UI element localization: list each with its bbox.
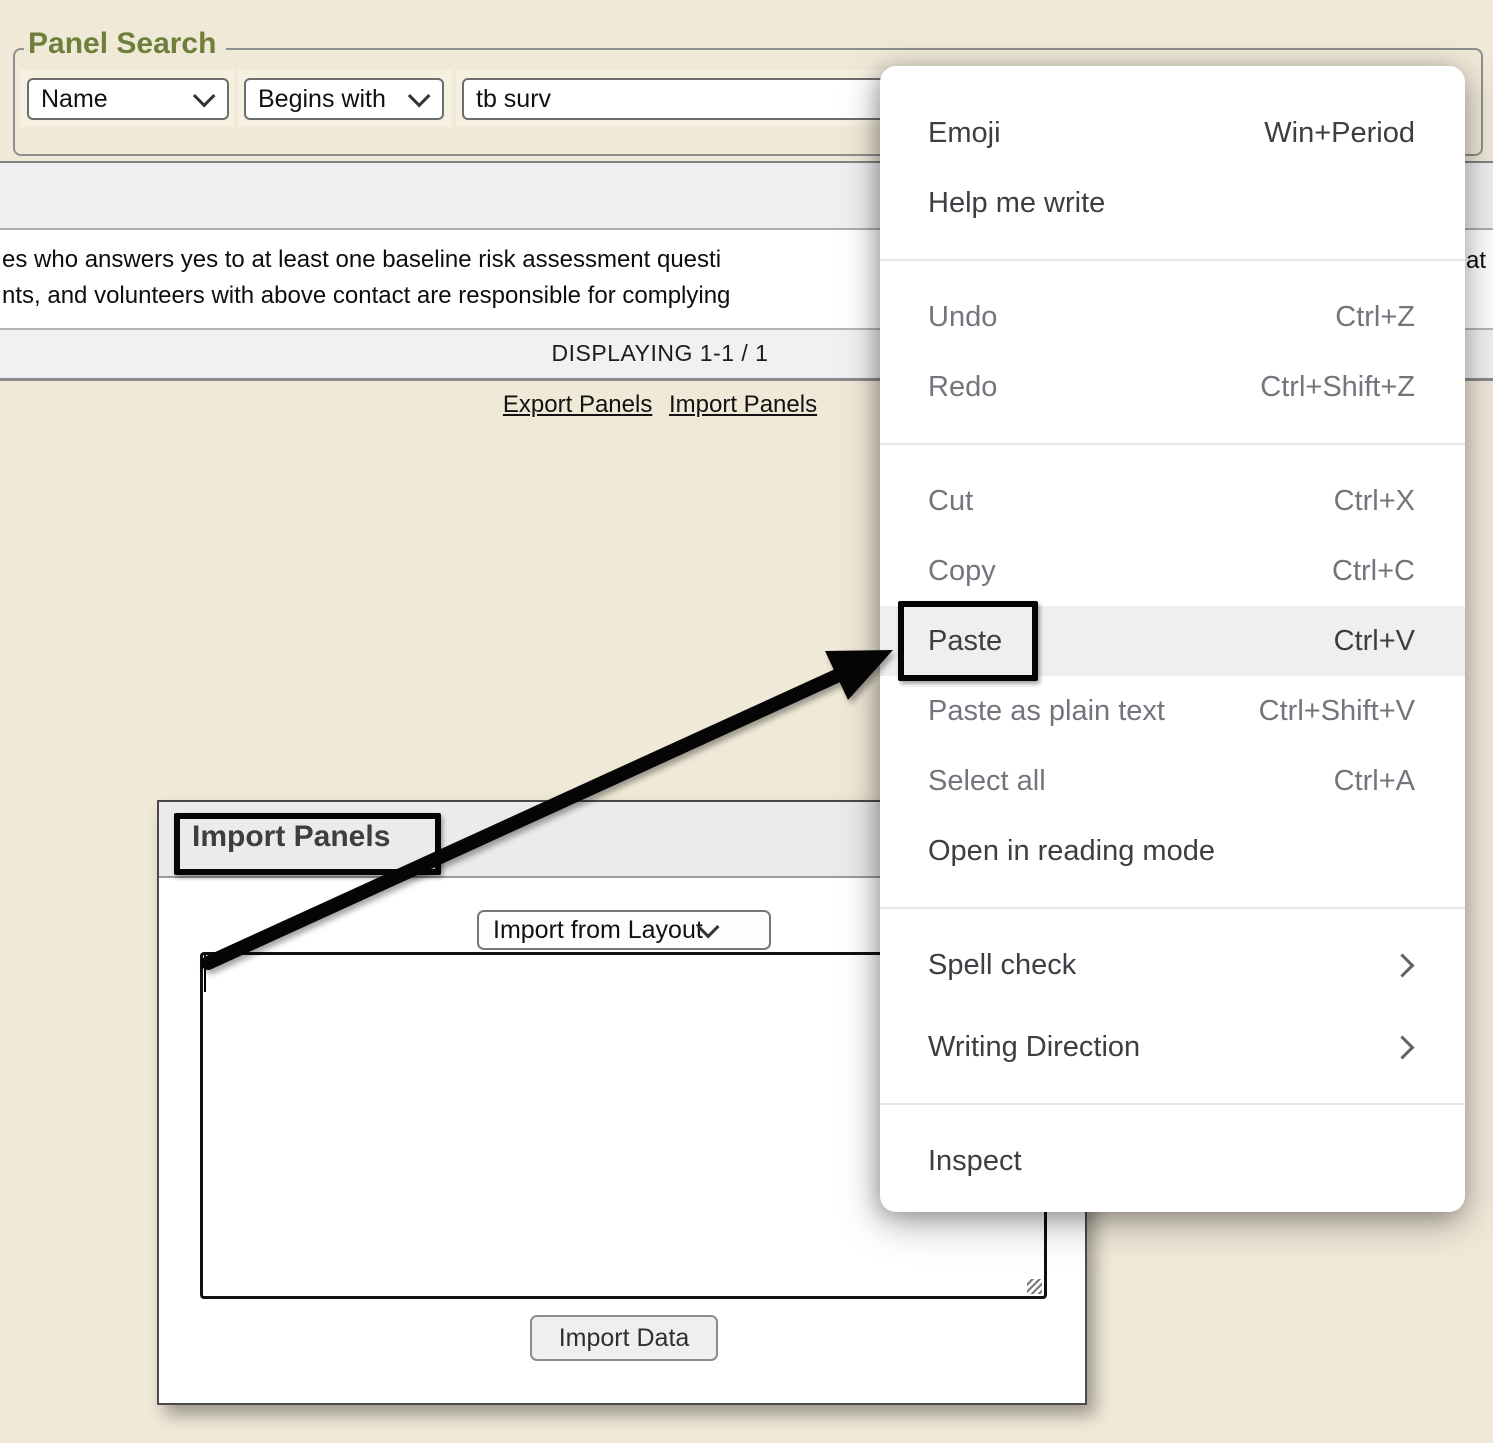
result-row-text-line1: es who answers yes to at least one basel…	[2, 242, 730, 278]
result-row-text: es who answers yes to at least one basel…	[2, 242, 730, 314]
search-operator-select[interactable]: Begins with	[244, 78, 444, 120]
menu-item-open-in-reading-mode[interactable]: Open in reading mode	[880, 816, 1465, 886]
shortcut-label: Ctrl+A	[1334, 765, 1415, 798]
menu-item-inspect[interactable]: Inspect	[880, 1126, 1465, 1196]
shortcut-label: Ctrl+Shift+Z	[1260, 371, 1415, 404]
shortcut-label: Win+Period	[1264, 117, 1415, 150]
panel-search-legend: Panel Search	[24, 24, 226, 64]
import-layout-select[interactable]: Import from Layout	[477, 910, 771, 950]
chevron-right-icon	[1390, 1035, 1414, 1059]
clipped-text-fragment: at	[1466, 247, 1486, 275]
export-panels-link[interactable]: Export Panels	[503, 391, 652, 418]
menu-item-help-me-write[interactable]: Help me write	[880, 168, 1465, 238]
shortcut-label: Ctrl+Shift+V	[1259, 695, 1415, 728]
menu-item-emoji[interactable]: Emoji Win+Period	[880, 98, 1465, 168]
chevron-right-icon	[1390, 953, 1414, 977]
shortcut-label: Ctrl+V	[1334, 625, 1415, 658]
menu-divider	[880, 907, 1465, 909]
import-panels-dialog-title: Import Panels	[192, 820, 390, 854]
shortcut-label: Ctrl+X	[1334, 485, 1415, 518]
page: Panel Search Name Begins with es who ans…	[0, 0, 1493, 1443]
menu-divider	[880, 1103, 1465, 1105]
search-field-select-value: Name	[41, 85, 199, 114]
context-menu: Emoji Win+Period Help me write Undo Ctrl…	[880, 66, 1465, 1212]
resize-grip-icon[interactable]	[1027, 1279, 1042, 1294]
import-panels-link[interactable]: Import Panels	[669, 391, 817, 418]
shortcut-label: Ctrl+C	[1332, 555, 1415, 588]
menu-item-copy[interactable]: Copy Ctrl+C	[880, 536, 1465, 606]
import-data-button[interactable]: Import Data	[530, 1315, 718, 1361]
menu-item-cut[interactable]: Cut Ctrl+X	[880, 466, 1465, 536]
menu-item-paste-as-plain-text[interactable]: Paste as plain text Ctrl+Shift+V	[880, 676, 1465, 746]
menu-item-writing-direction[interactable]: Writing Direction	[880, 1012, 1465, 1082]
shortcut-label: Ctrl+Z	[1335, 301, 1415, 334]
menu-item-select-all[interactable]: Select all Ctrl+A	[880, 746, 1465, 816]
import-layout-select-value: Import from Layout	[493, 916, 703, 945]
menu-item-paste[interactable]: Paste Ctrl+V	[880, 606, 1465, 676]
menu-divider	[880, 443, 1465, 445]
menu-item-redo[interactable]: Redo Ctrl+Shift+Z	[880, 352, 1465, 422]
menu-divider	[880, 259, 1465, 261]
result-row-text-line2: nts, and volunteers with above contact a…	[2, 278, 730, 314]
search-field-select[interactable]: Name	[27, 78, 229, 120]
text-cursor	[204, 954, 206, 992]
search-operator-select-value: Begins with	[258, 85, 414, 114]
menu-item-undo[interactable]: Undo Ctrl+Z	[880, 282, 1465, 352]
menu-item-spell-check[interactable]: Spell check	[880, 930, 1465, 1000]
